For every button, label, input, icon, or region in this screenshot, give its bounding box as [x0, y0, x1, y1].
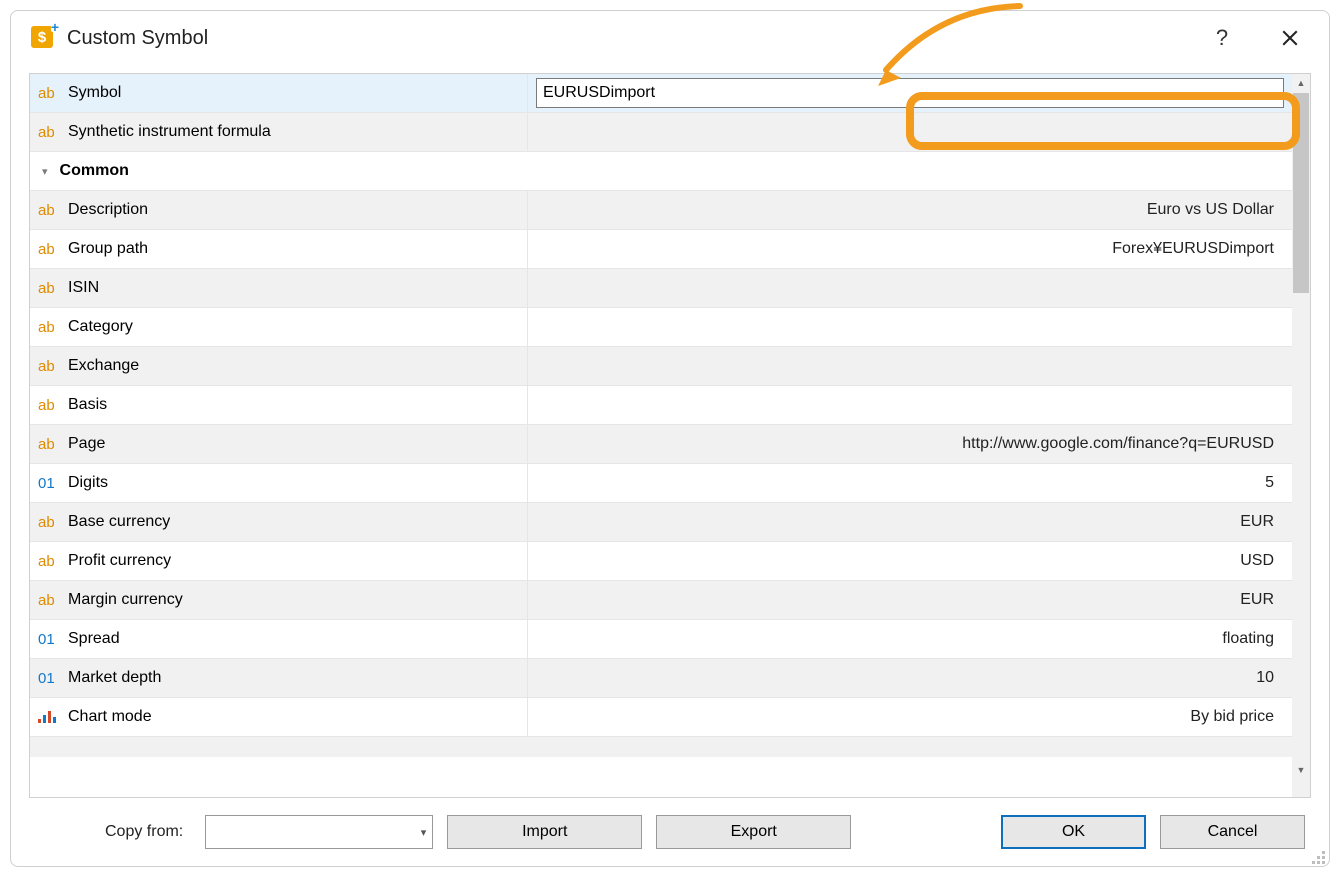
type-text-icon: ab [38, 514, 60, 531]
help-button[interactable]: ? [1207, 24, 1237, 52]
row-isin[interactable]: ab ISIN [30, 269, 1292, 308]
section-common-label: Common [60, 162, 129, 180]
scroll-down-icon[interactable]: ▼ [1292, 761, 1310, 779]
row-category[interactable]: ab Category [30, 308, 1292, 347]
label-description: Description [68, 201, 148, 219]
cancel-button[interactable]: Cancel [1160, 815, 1305, 849]
copy-from-combo[interactable]: ▾ [205, 815, 433, 849]
label-profit-currency: Profit currency [68, 552, 171, 570]
value-market-depth[interactable]: 10 [528, 659, 1292, 697]
value-digits[interactable]: 5 [528, 464, 1292, 502]
label-exchange: Exchange [68, 357, 139, 375]
row-spread[interactable]: 01 Spread floating [30, 620, 1292, 659]
type-number-icon: 01 [38, 475, 60, 492]
type-text-icon: ab [38, 397, 60, 414]
window-title: Custom Symbol [67, 27, 1207, 50]
label-spread: Spread [68, 630, 120, 648]
label-isin: ISIN [68, 279, 99, 297]
label-market-depth: Market depth [68, 669, 161, 687]
row-market-depth[interactable]: 01 Market depth 10 [30, 659, 1292, 698]
resize-grip[interactable] [1309, 848, 1327, 866]
titlebar: $+ Custom Symbol ? [11, 11, 1329, 65]
scroll-corner [1292, 779, 1310, 797]
value-page[interactable]: http://www.google.com/finance?q=EURUSD [528, 425, 1292, 463]
label-basis: Basis [68, 396, 107, 414]
scroll-thumb[interactable] [1293, 93, 1309, 293]
label-margin-currency: Margin currency [68, 591, 183, 609]
row-empty [30, 737, 1292, 757]
value-group-path[interactable]: Forex¥EURUSDimport [528, 230, 1292, 268]
row-profit-currency[interactable]: ab Profit currency USD [30, 542, 1292, 581]
label-symbol: Symbol [68, 84, 121, 102]
type-number-icon: 01 [38, 631, 60, 648]
type-text-icon: ab [38, 85, 60, 102]
value-basis[interactable] [528, 386, 1292, 424]
copy-from-label: Copy from: [105, 823, 183, 841]
type-text-icon: ab [38, 241, 60, 258]
row-description[interactable]: ab Description Euro vs US Dollar [30, 191, 1292, 230]
value-profit-currency[interactable]: USD [528, 542, 1292, 580]
value-spread[interactable]: floating [528, 620, 1292, 658]
row-digits[interactable]: 01 Digits 5 [30, 464, 1292, 503]
value-chart-mode[interactable]: By bid price [528, 698, 1292, 736]
row-page[interactable]: ab Page http://www.google.com/finance?q=… [30, 425, 1292, 464]
chevron-down-icon: ▾ [42, 165, 48, 178]
value-margin-currency[interactable]: EUR [528, 581, 1292, 619]
ok-button[interactable]: OK [1001, 815, 1146, 849]
symbol-input[interactable] [536, 78, 1284, 108]
type-text-icon: ab [38, 358, 60, 375]
type-text-icon: ab [38, 553, 60, 570]
type-text-icon: ab [38, 319, 60, 336]
value-description[interactable]: Euro vs US Dollar [528, 191, 1292, 229]
label-formula: Synthetic instrument formula [68, 123, 271, 141]
property-grid: ab Symbol ab Synthetic instrument formul… [29, 73, 1311, 798]
row-exchange[interactable]: ab Exchange [30, 347, 1292, 386]
type-chart-icon [38, 709, 60, 725]
label-base-currency: Base currency [68, 513, 170, 531]
close-button[interactable] [1275, 24, 1305, 52]
value-isin[interactable] [528, 269, 1292, 307]
value-formula[interactable] [528, 113, 1292, 151]
import-button[interactable]: Import [447, 815, 642, 849]
value-base-currency[interactable]: EUR [528, 503, 1292, 541]
type-text-icon: ab [38, 436, 60, 453]
label-category: Category [68, 318, 133, 336]
value-category[interactable] [528, 308, 1292, 346]
value-exchange[interactable] [528, 347, 1292, 385]
row-formula[interactable]: ab Synthetic instrument formula [30, 113, 1292, 152]
row-symbol[interactable]: ab Symbol [30, 74, 1292, 113]
label-digits: Digits [68, 474, 108, 492]
row-basis[interactable]: ab Basis [30, 386, 1292, 425]
label-chart-mode: Chart mode [68, 708, 152, 726]
label-group-path: Group path [68, 240, 148, 258]
type-text-icon: ab [38, 202, 60, 219]
section-common[interactable]: ▾ Common [30, 152, 1292, 191]
dialog-footer: Copy from: ▾ Import Export OK Cancel [11, 798, 1329, 866]
row-margin-currency[interactable]: ab Margin currency EUR [30, 581, 1292, 620]
scroll-up-icon[interactable]: ▲ [1292, 74, 1310, 92]
label-page: Page [68, 435, 105, 453]
custom-symbol-dialog: $+ Custom Symbol ? ab Symbol ab [10, 10, 1330, 867]
chevron-down-icon: ▾ [421, 826, 427, 839]
type-text-icon: ab [38, 124, 60, 141]
app-icon: $+ [31, 26, 55, 50]
row-group-path[interactable]: ab Group path Forex¥EURUSDimport [30, 230, 1292, 269]
type-text-icon: ab [38, 592, 60, 609]
export-button[interactable]: Export [656, 815, 851, 849]
type-number-icon: 01 [38, 670, 60, 687]
row-base-currency[interactable]: ab Base currency EUR [30, 503, 1292, 542]
vertical-scrollbar[interactable]: ▲ ▼ [1292, 74, 1310, 779]
type-text-icon: ab [38, 280, 60, 297]
row-chart-mode[interactable]: Chart mode By bid price [30, 698, 1292, 737]
